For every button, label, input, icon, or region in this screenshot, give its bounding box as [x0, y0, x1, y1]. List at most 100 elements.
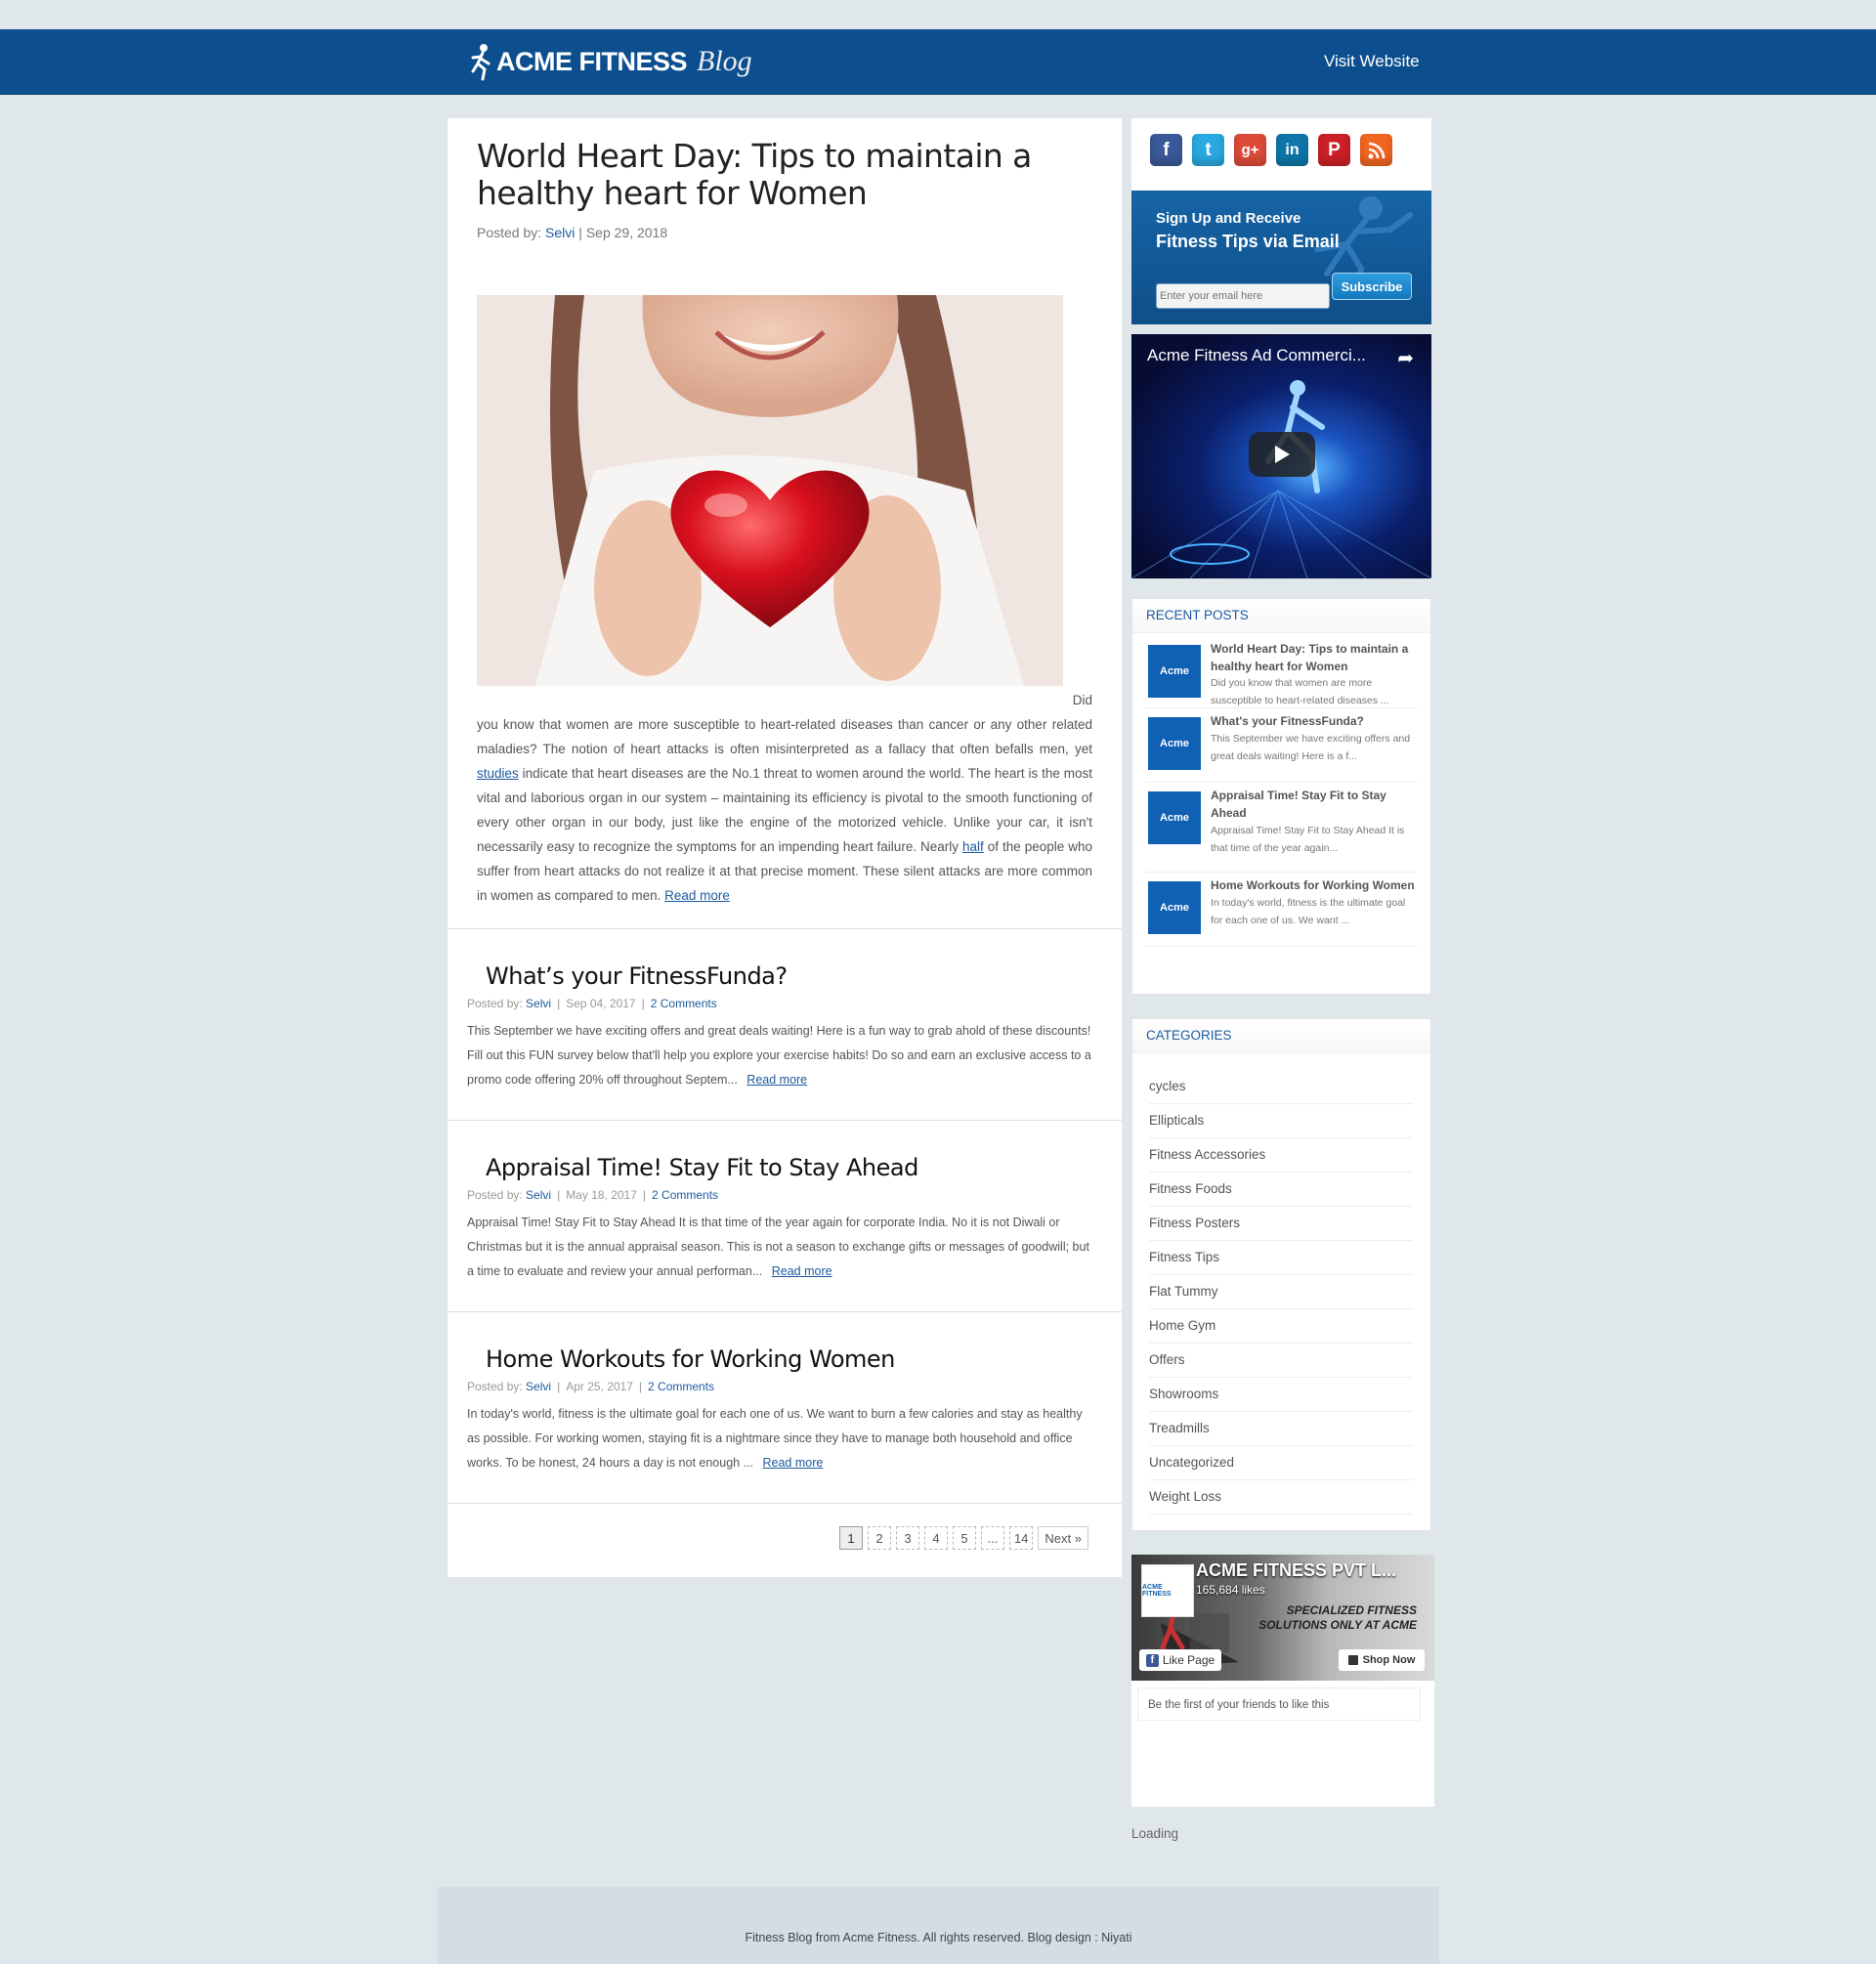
category-link[interactable]: Flat Tummy: [1149, 1275, 1413, 1309]
category-link[interactable]: Home Gym: [1149, 1309, 1413, 1344]
main-content: World Heart Day: Tips to maintain a heal…: [448, 118, 1122, 1577]
facebook-cover[interactable]: ACME FITNESS ACME FITNESS PVT L... 165,6…: [1131, 1555, 1434, 1681]
recent-post-item[interactable]: Acme What's your FitnessFunda? This Sept…: [1146, 707, 1417, 783]
post-date: Apr 25, 2017: [566, 1380, 633, 1393]
post-date: Sep 29, 2018: [585, 225, 668, 240]
post-date: Sep 04, 2017: [566, 997, 636, 1010]
recent-posts-heading: RECENT POSTS: [1132, 599, 1430, 633]
post-date: May 18, 2017: [566, 1188, 637, 1202]
recent-post-title[interactable]: What's your FitnessFunda?: [1211, 712, 1364, 730]
recent-post-title[interactable]: Home Workouts for Working Women: [1211, 876, 1415, 894]
category-link[interactable]: Fitness Tips: [1149, 1241, 1413, 1275]
recent-post-item[interactable]: Acme Home Workouts for Working Women In …: [1146, 872, 1417, 947]
page-14-button[interactable]: 14: [1008, 1526, 1034, 1550]
email-input[interactable]: [1156, 283, 1330, 309]
facebook-shop-now-button[interactable]: Shop Now: [1339, 1649, 1425, 1671]
category-link[interactable]: Treadmills: [1149, 1412, 1413, 1446]
page-ellipsis: ...: [980, 1526, 1004, 1550]
shop-now-label: Shop Now: [1362, 1654, 1416, 1666]
signup-heading-line1: Sign Up and Receive: [1156, 210, 1301, 227]
page-5-button[interactable]: 5: [952, 1526, 976, 1550]
page-4-button[interactable]: 4: [923, 1526, 948, 1550]
share-icon[interactable]: ➦: [1397, 346, 1414, 370]
shopping-bag-icon: [1347, 1655, 1358, 1665]
recent-post-item[interactable]: Acme Appraisal Time! Stay Fit to Stay Ah…: [1146, 782, 1417, 873]
video-embed[interactable]: Acme Fitness Ad Commerci... ➦: [1131, 334, 1431, 578]
featured-post-meta: Posted by: Selvi | Sep 29, 2018: [477, 225, 667, 240]
facebook-page-name[interactable]: ACME FITNESS PVT L...: [1196, 1560, 1396, 1581]
twitter-icon[interactable]: t: [1192, 134, 1224, 166]
recent-posts-widget: RECENT POSTS Acme World Heart Day: Tips …: [1131, 598, 1431, 995]
category-link[interactable]: Offers: [1149, 1344, 1413, 1378]
category-link[interactable]: cycles: [1149, 1070, 1413, 1104]
site-footer: Fitness Blog from Acme Fitness. All righ…: [438, 1887, 1439, 1964]
facebook-friends-text: Be the first of your friends to like thi…: [1137, 1687, 1421, 1721]
category-link[interactable]: Showrooms: [1149, 1378, 1413, 1412]
comments-link[interactable]: 2 Comments: [648, 1380, 714, 1393]
categories-heading: CATEGORIES: [1132, 1019, 1430, 1053]
facebook-slogan-line1: SPECIALIZED FITNESS: [1286, 1603, 1417, 1617]
category-link[interactable]: Fitness Accessories: [1149, 1138, 1413, 1173]
comments-link[interactable]: 2 Comments: [651, 997, 717, 1010]
author-link[interactable]: Selvi: [526, 997, 551, 1010]
meta-separator: |: [578, 225, 582, 240]
post-title[interactable]: Home Workouts for Working Women: [486, 1345, 895, 1373]
body-text-1: you know that women are more susceptible…: [477, 717, 1092, 756]
pagination-divider: [448, 1503, 1122, 1504]
half-link[interactable]: half: [962, 839, 984, 854]
facebook-page-logo[interactable]: ACME FITNESS: [1141, 1564, 1194, 1617]
featured-post-image[interactable]: [477, 295, 1063, 686]
social-links: f t g+ in P: [1131, 118, 1431, 191]
video-title[interactable]: Acme Fitness Ad Commerci...: [1147, 346, 1366, 365]
email-signup-widget: Sign Up and Receive Fitness Tips via Ema…: [1131, 191, 1431, 324]
facebook-icon[interactable]: f: [1150, 134, 1182, 166]
post-item: What’s your FitnessFunda? Posted by: Sel…: [448, 928, 1122, 1121]
facebook-page-widget: ACME FITNESS ACME FITNESS PVT L... 165,6…: [1131, 1555, 1434, 1807]
recent-post-excerpt: This September we have exciting offers a…: [1211, 733, 1411, 762]
recent-post-title[interactable]: Appraisal Time! Stay Fit to Stay Ahead: [1211, 787, 1416, 822]
logo-text: ACME FITNESS: [496, 46, 688, 76]
facebook-slogan: SPECIALIZED FITNESS SOLUTIONS ONLY AT AC…: [1258, 1603, 1417, 1633]
site-logo[interactable]: ACME FITNESS Blog: [469, 39, 752, 84]
recent-post-item[interactable]: Acme World Heart Day: Tips to maintain a…: [1146, 635, 1417, 708]
read-more-link[interactable]: Read more: [664, 888, 730, 903]
author-link[interactable]: Selvi: [526, 1188, 551, 1202]
featured-post-body: Did you know that women are more suscept…: [477, 688, 1092, 908]
page-1-button[interactable]: 1: [838, 1526, 863, 1550]
page-2-button[interactable]: 2: [867, 1526, 891, 1550]
comments-link[interactable]: 2 Comments: [652, 1188, 718, 1202]
studies-link[interactable]: studies: [477, 766, 519, 781]
google-plus-icon[interactable]: g+: [1234, 134, 1266, 166]
loading-text: Loading: [1131, 1826, 1179, 1841]
next-page-button[interactable]: Next »: [1038, 1526, 1088, 1550]
linkedin-icon[interactable]: in: [1276, 134, 1308, 166]
recent-post-thumbnail: Acme: [1148, 717, 1201, 770]
category-link[interactable]: Weight Loss: [1149, 1480, 1413, 1515]
site-header: ACME FITNESS Blog Visit Website: [0, 29, 1876, 95]
page-3-button[interactable]: 3: [895, 1526, 919, 1550]
pinterest-icon[interactable]: P: [1318, 134, 1350, 166]
post-meta: Posted by: Selvi | Apr 25, 2017 | 2 Comments: [467, 1380, 715, 1393]
runner-logo-icon: [471, 44, 490, 81]
post-meta: Posted by: Selvi | May 18, 2017 | 2 Comments: [467, 1188, 719, 1202]
read-more-link[interactable]: Read more: [772, 1264, 832, 1278]
rss-icon[interactable]: [1360, 134, 1392, 166]
posted-by-label: Posted by:: [467, 1380, 523, 1393]
play-icon[interactable]: [1249, 432, 1315, 477]
author-link[interactable]: Selvi: [526, 1380, 551, 1393]
heart-photo-illustration: [477, 295, 1063, 686]
subscribe-button[interactable]: Subscribe: [1332, 273, 1412, 300]
category-link[interactable]: Uncategorized: [1149, 1446, 1413, 1480]
read-more-link[interactable]: Read more: [763, 1456, 824, 1470]
featured-post-title[interactable]: World Heart Day: Tips to maintain a heal…: [477, 138, 1102, 212]
facebook-like-page-button[interactable]: f Like Page: [1139, 1649, 1221, 1671]
read-more-link[interactable]: Read more: [746, 1073, 807, 1087]
recent-post-title[interactable]: World Heart Day: Tips to maintain a heal…: [1211, 640, 1416, 675]
category-link[interactable]: Fitness Posters: [1149, 1207, 1413, 1241]
category-link[interactable]: Fitness Foods: [1149, 1173, 1413, 1207]
post-title[interactable]: What’s your FitnessFunda?: [486, 962, 788, 990]
visit-website-link[interactable]: Visit Website: [1324, 52, 1420, 71]
author-link[interactable]: Selvi: [545, 225, 575, 240]
category-link[interactable]: Ellipticals: [1149, 1104, 1413, 1138]
post-title[interactable]: Appraisal Time! Stay Fit to Stay Ahead: [486, 1154, 918, 1181]
